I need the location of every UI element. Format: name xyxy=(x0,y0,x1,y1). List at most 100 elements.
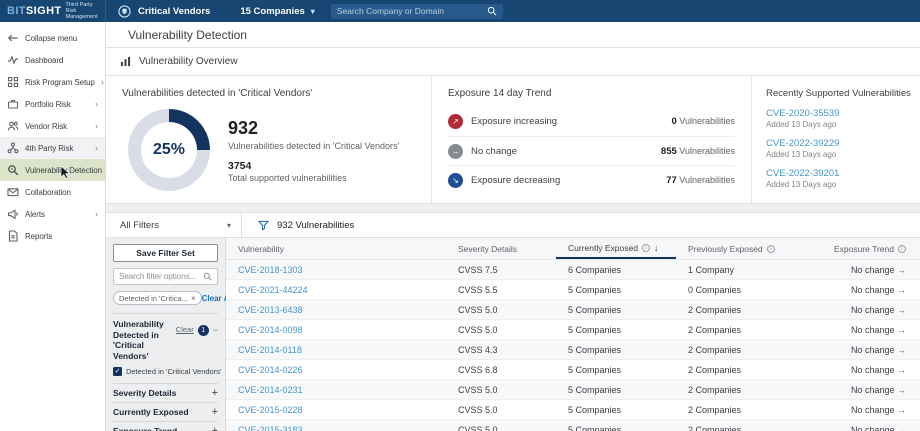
previously-exposed-cell: 2 Companies xyxy=(676,405,816,415)
filter-accordion-severity-details[interactable]: Severity Details + xyxy=(113,383,218,402)
active-filter-chip[interactable]: Detected in 'Critica... × xyxy=(113,291,202,305)
cve-link[interactable]: CVE-2014-0231 xyxy=(238,385,303,395)
sidebar-item-4th-party-risk[interactable]: 4th Party Risk › xyxy=(0,137,105,159)
table-row: CVE-2014-0118CVSS 4.35 Companies2 Compan… xyxy=(226,340,920,360)
cve-link[interactable]: CVE-2020-35539 xyxy=(766,108,911,119)
page-header: Vulnerability Detection xyxy=(106,22,920,48)
sidebar-item-label: Risk Program Setup xyxy=(25,78,95,87)
envelope-icon xyxy=(7,186,19,198)
cve-link[interactable]: CVE-2014-0226 xyxy=(238,365,303,375)
severity-cell: CVSS 5.0 xyxy=(446,385,556,395)
previously-exposed-cell: 0 Companies xyxy=(676,285,816,295)
trend-label: Exposure increasing xyxy=(471,116,557,127)
all-filters-dropdown[interactable]: All Filters ▾ xyxy=(106,213,242,237)
filter-accordion-currently-exposed[interactable]: Currently Exposed + xyxy=(113,402,218,421)
save-filter-set-button[interactable]: Save Filter Set xyxy=(113,244,218,262)
table-body: CVE-2018-1303CVSS 7.56 Companies1 Compan… xyxy=(226,260,920,431)
column-header-vulnerability[interactable]: Vulnerability xyxy=(226,238,446,259)
info-icon[interactable]: i xyxy=(642,244,650,252)
funnel-icon xyxy=(258,220,269,231)
sidebar-item-label: Vendor Risk xyxy=(25,122,89,131)
severity-cell: CVSS 5.0 xyxy=(446,405,556,415)
bar-chart-icon xyxy=(120,56,131,67)
column-header-severity-details[interactable]: Severity Details xyxy=(446,238,556,259)
sidebar-item-reports[interactable]: Reports xyxy=(0,225,105,247)
donut-chart: 25% xyxy=(128,109,210,191)
info-icon[interactable]: i xyxy=(767,245,775,253)
currently-exposed-cell: 5 Companies xyxy=(556,425,676,431)
total-count-label: Total supported vulnerabilities xyxy=(228,173,399,183)
severity-cell: CVSS 5.0 xyxy=(446,305,556,315)
close-icon[interactable]: × xyxy=(191,294,196,303)
trend-text: No change xyxy=(851,265,895,275)
exposure-trend-cell: No change → xyxy=(816,385,920,395)
column-header-previously-exposed[interactable]: Previously Exposed i xyxy=(676,238,816,259)
cve-link[interactable]: CVE-2014-0118 xyxy=(238,345,302,355)
report-icon xyxy=(7,230,19,242)
filter-checkbox-row[interactable]: ✓ Detected in 'Critical Vendors' xyxy=(113,367,218,383)
info-icon[interactable]: i xyxy=(898,245,906,253)
trend-text: No change xyxy=(851,385,895,395)
previously-exposed-cell: 1 Company xyxy=(676,265,816,275)
global-search xyxy=(331,4,503,19)
clear-link[interactable]: Clear xyxy=(176,325,194,334)
previously-exposed-cell: 2 Companies xyxy=(676,345,816,355)
briefcase-icon xyxy=(7,98,19,110)
right-arrow-icon: → xyxy=(897,405,906,415)
recent-vulnerability-item: CVE-2020-35539 Added 13 Days ago xyxy=(766,108,911,129)
column-header-currently-exposed[interactable]: Currently Exposed i ↓ xyxy=(556,238,676,259)
sidebar-item-label: Alerts xyxy=(25,210,89,219)
sidebar-item-alerts[interactable]: Alerts › xyxy=(0,203,105,225)
right-arrow-icon: → xyxy=(897,305,906,315)
right-arrow-icon: → xyxy=(897,365,906,375)
tier-badge-icon xyxy=(118,5,131,18)
bitsight-logo[interactable]: BITSIGHT Third Party Risk Management xyxy=(0,0,106,22)
checkbox-checked-icon[interactable]: ✓ xyxy=(113,367,122,376)
companies-dropdown[interactable]: 15 Companies ▾ xyxy=(240,6,314,17)
exposure-trend-cell: No change → xyxy=(816,365,920,375)
sidebar-item-portfolio-risk[interactable]: Portfolio Risk › xyxy=(0,93,105,115)
cve-link[interactable]: CVE-2021-44224 xyxy=(238,285,308,295)
column-header-exposure-trend[interactable]: Exposure Trend i xyxy=(816,238,920,259)
currently-exposed-cell: 5 Companies xyxy=(556,345,676,355)
sidebar-item-vendor-risk[interactable]: Vendor Risk › xyxy=(0,115,105,137)
filter-search-input[interactable] xyxy=(119,272,203,281)
vulnerability-cell: CVE-2014-0231 xyxy=(226,385,446,395)
table-row: CVE-2015-0228 CVSS 5.05 Companies2 Compan… xyxy=(226,400,920,420)
currently-exposed-cell: 5 Companies xyxy=(556,405,676,415)
sidebar-item-dashboard[interactable]: Dashboard xyxy=(0,49,105,71)
cve-link[interactable]: CVE-2014-0098 xyxy=(238,325,303,335)
chevron-right-icon: › xyxy=(95,144,98,153)
cve-link[interactable]: CVE-2018-1303 xyxy=(238,265,303,275)
vulnerability-cell: CVE-2013-6438 xyxy=(226,305,446,315)
filter-toolbar: All Filters ▾ 932 Vulnerabilities xyxy=(106,212,920,238)
trend-text: No change xyxy=(851,365,895,375)
exposure-trend-cell: No change → xyxy=(816,285,920,295)
detected-card-title: Vulnerabilities detected in 'Critical Ve… xyxy=(122,88,415,99)
search-icon[interactable] xyxy=(487,6,497,16)
users-icon xyxy=(7,120,19,132)
cve-link[interactable]: CVE-2013-6438 xyxy=(238,305,303,315)
sidebar-item-collaboration[interactable]: Collaboration xyxy=(0,181,105,203)
portfolio-name: Critical Vendors xyxy=(138,6,210,17)
sidebar-item-collapse-menu[interactable]: Collapse menu xyxy=(0,27,105,49)
sidebar-item-label: Collaboration xyxy=(25,188,98,197)
cve-link[interactable]: CVE-2015-0228 xyxy=(238,405,303,415)
filter-accordion-exposure-trend[interactable]: Exposure Trend + xyxy=(113,421,218,431)
org-chart-icon xyxy=(7,142,19,154)
sidebar-item-risk-program-setup[interactable]: Risk Program Setup › xyxy=(0,71,105,93)
recently-supported-card: Recently Supported Vulnerabilities CVE-2… xyxy=(751,76,920,203)
table-row: CVE-2014-0226CVSS 6.85 Companies2 Compan… xyxy=(226,360,920,380)
global-search-input[interactable] xyxy=(337,6,487,16)
vulnerability-cell: CVE-2014-0118 xyxy=(226,345,446,355)
vulnerability-cell: CVE-2014-0098 xyxy=(226,325,446,335)
collapse-minus-icon[interactable]: − xyxy=(213,325,218,335)
exposure-trend-card: Exposure 14 day Trend ↗ Exposure increas… xyxy=(431,76,751,203)
severity-cell: CVSS 5.0 xyxy=(446,425,556,431)
sidebar-item-vulnerability-detection[interactable]: Vulnerability Detection xyxy=(0,159,105,181)
cve-link[interactable]: CVE-2022-39201 xyxy=(766,168,911,179)
cve-link[interactable]: CVE-2022-39229 xyxy=(766,138,911,149)
cve-link[interactable]: CVE-2015-3183 xyxy=(238,425,303,431)
accordion-label: Exposure Trend xyxy=(113,426,177,431)
search-icon xyxy=(203,272,212,281)
